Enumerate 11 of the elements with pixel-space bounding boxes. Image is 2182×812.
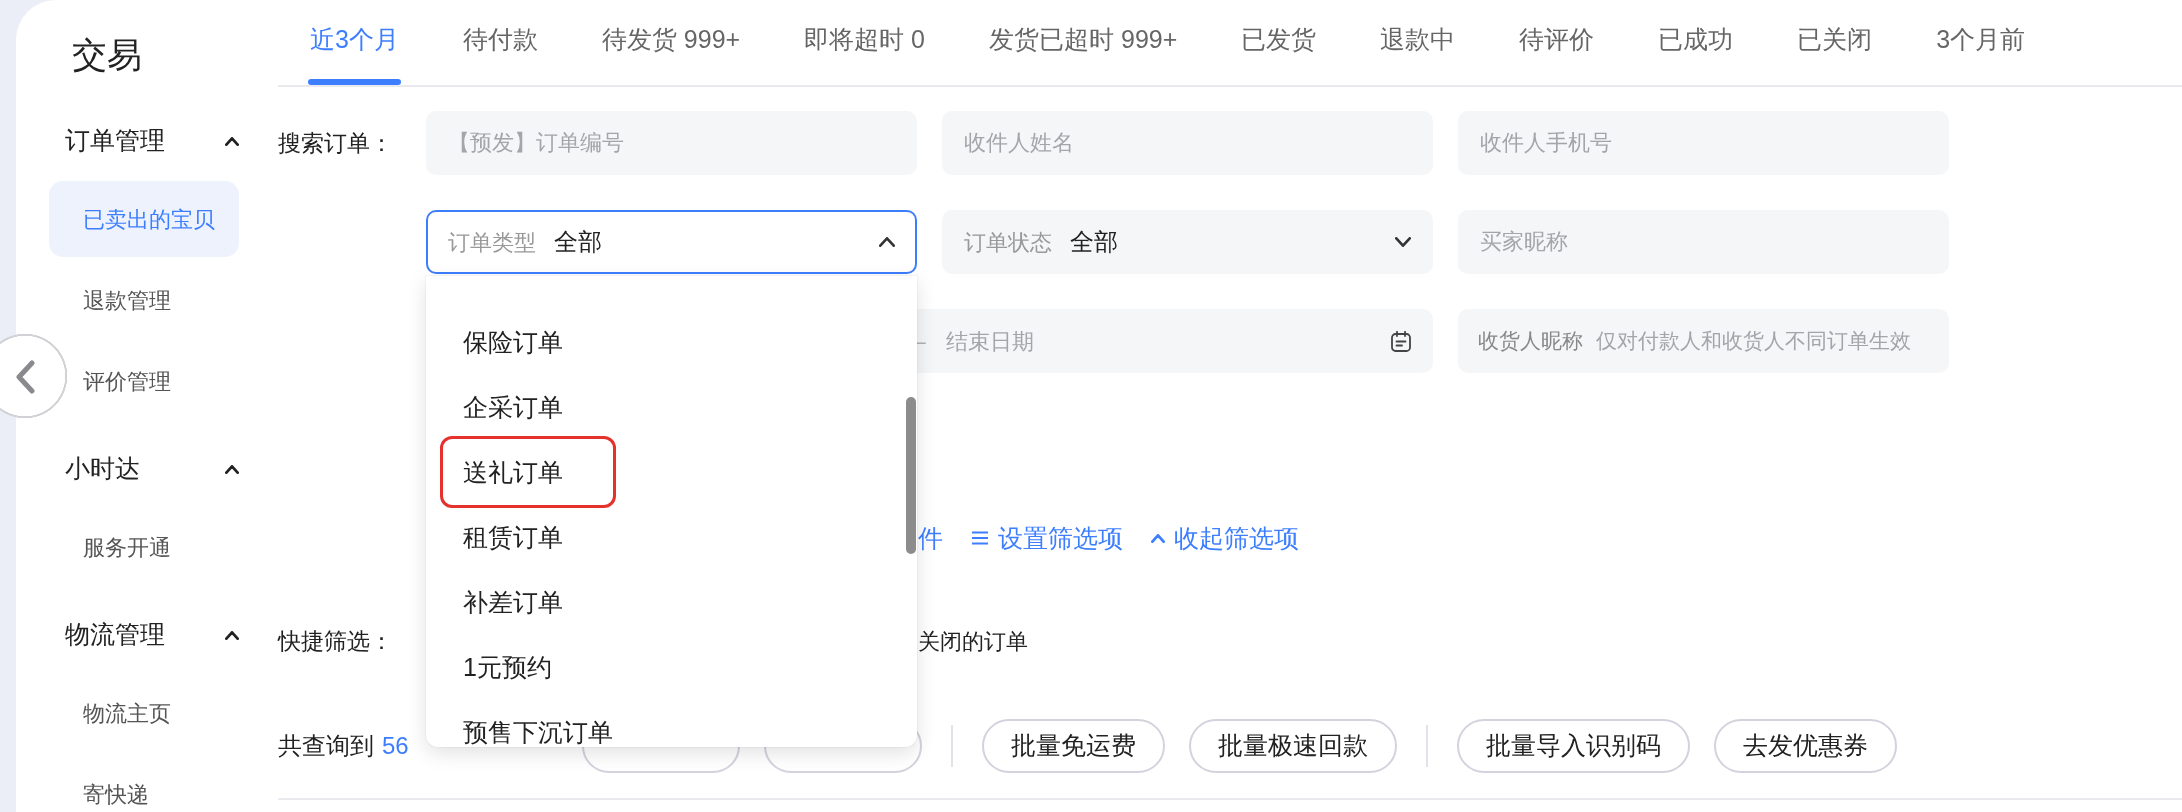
filter-label: 快捷筛选： [278,627,393,654]
result-label: 共查询到 [278,732,374,759]
filter-option-text: 关闭的订单 [918,627,1028,656]
field-label: 订单状态 [964,228,1052,257]
field-label: 收货人昵称 [1478,328,1583,355]
field-label: 订单类型 [448,228,536,257]
result-count: 56 [382,732,409,759]
search-label: 搜索订单： [278,129,393,158]
select-value: 全部 [1070,227,1119,257]
select-value: 全部 [554,227,603,257]
sidebar-title: 交易 [72,34,142,76]
